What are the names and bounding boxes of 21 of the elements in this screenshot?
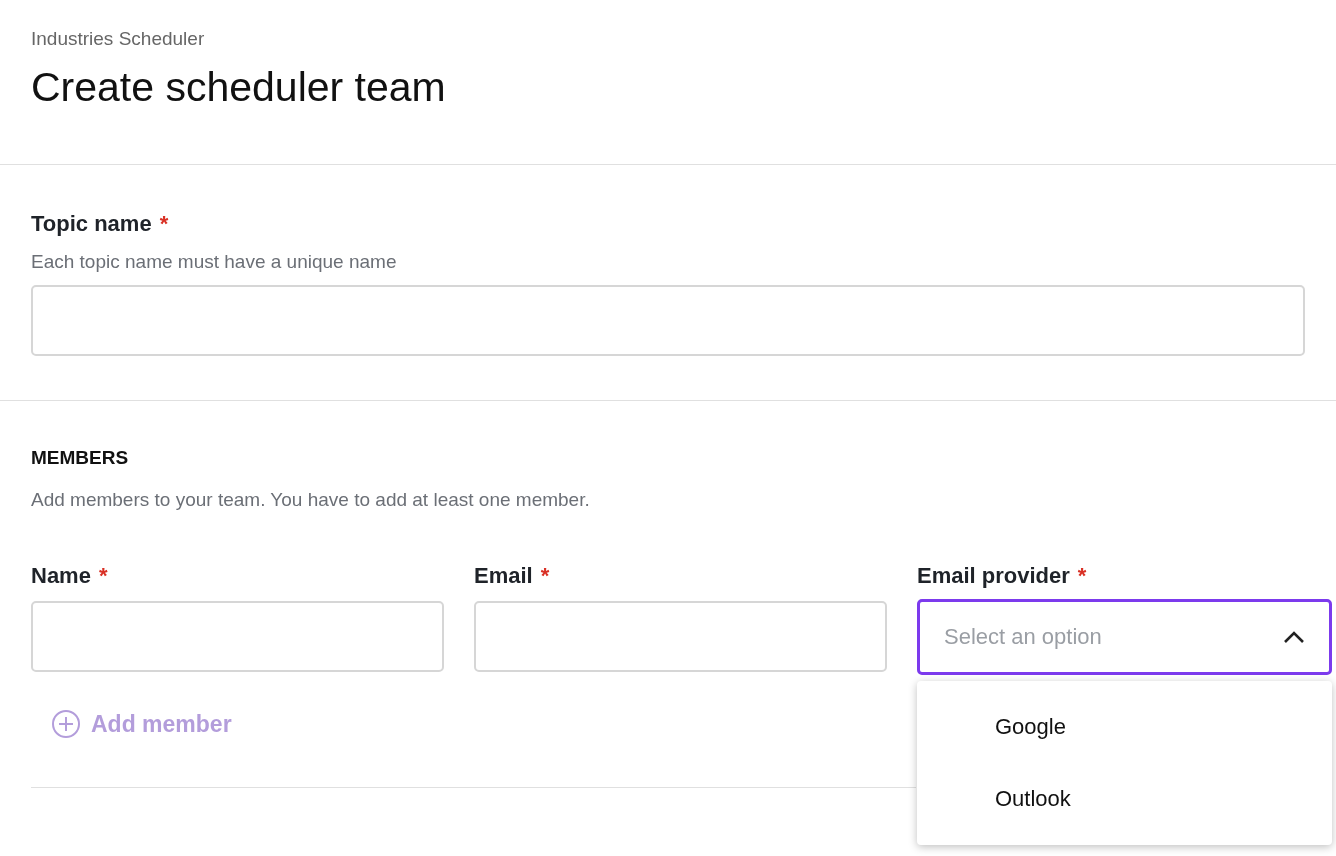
help-text: Each topic name must have a unique name — [31, 251, 398, 273]
dropdown-option[interactable]: Outlook — [917, 763, 1332, 835]
required-mark: * — [98, 563, 108, 589]
field-label: Email — [474, 563, 533, 589]
topic-name-field[interactable] — [31, 285, 1305, 356]
dropdown-option[interactable]: Google — [917, 691, 1332, 763]
required-mark: * — [1077, 563, 1087, 589]
field-label: Name — [31, 563, 91, 589]
chevron-icon — [1283, 630, 1305, 644]
section-heading: MEMBERS — [31, 447, 130, 469]
input-field[interactable] — [31, 601, 444, 672]
plus-circle-icon — [51, 709, 81, 739]
placeholder-text: Select an option — [944, 624, 1102, 650]
field-label: Topic name — [31, 211, 152, 237]
field-label: Email provider — [917, 563, 1070, 589]
required-mark: * — [540, 563, 550, 589]
section-description: Add members to your team. You have to add at least one member. — [31, 489, 591, 511]
input-field[interactable] — [474, 601, 887, 672]
breadcrumb: Industries Scheduler — [31, 28, 206, 50]
required-mark: * — [159, 211, 169, 237]
page-title: Create scheduler team — [31, 64, 447, 111]
